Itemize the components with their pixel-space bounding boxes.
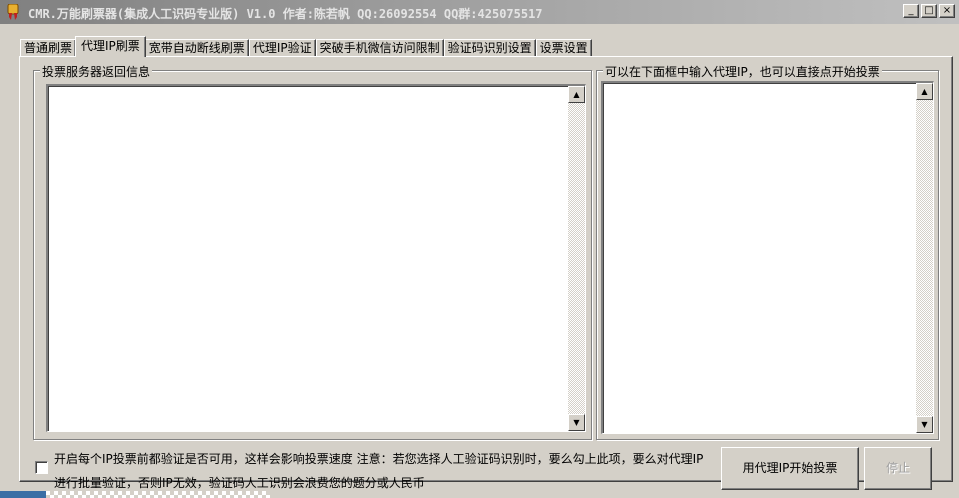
taskbar-accent <box>0 491 46 498</box>
maximize-button[interactable]: □ <box>921 4 937 18</box>
tab-proxy-ip-verify[interactable]: 代理IP验证 <box>248 39 316 57</box>
ribbon-medal-icon <box>7 4 19 20</box>
server-response-textarea[interactable]: ▲ ▼ <box>46 84 586 432</box>
scroll-down-button[interactable]: ▼ <box>916 416 933 433</box>
close-button[interactable]: × <box>939 4 955 18</box>
verify-ip-checkbox[interactable] <box>35 461 48 474</box>
tab-normal-vote[interactable]: 普通刷票 <box>20 39 77 57</box>
server-response-title: 投票服务器返回信息 <box>40 63 153 80</box>
tab-proxy-ip-vote[interactable]: 代理IP刷票 <box>75 36 146 57</box>
tab-strip: 普通刷票 代理IP刷票 宽带自动断线刷票 代理IP验证 突破手机微信访问限制 验… <box>20 36 592 57</box>
proxy-ip-textarea[interactable]: ▲ ▼ <box>601 81 934 434</box>
minimize-button[interactable]: _ <box>903 4 919 18</box>
scroll-up-button[interactable]: ▲ <box>916 83 933 100</box>
title-bar[interactable]: CMR.万能刷票器(集成人工识码专业版) V1.0 作者:陈若帆 QQ:2609… <box>0 0 959 24</box>
verify-ip-label[interactable]: 开启每个IP投票前都验证是否可用，这样会影响投票速度 注意：若您选择人工验证码识… <box>54 447 714 495</box>
proxy-ip-scrollbar[interactable]: ▲ ▼ <box>916 83 933 433</box>
server-response-scrollbar[interactable]: ▲ ▼ <box>568 86 585 431</box>
taskbar-pattern <box>46 491 270 498</box>
start-proxy-vote-button[interactable]: 用代理IP开始投票 <box>721 447 859 490</box>
verify-ip-label-line1: 开启每个IP投票前都验证是否可用，这样会影响投票速度 注意：若您选择人工验证码识… <box>54 452 704 466</box>
scroll-down-button[interactable]: ▼ <box>568 414 585 431</box>
scroll-up-button[interactable]: ▲ <box>568 86 585 103</box>
stop-button[interactable]: 停止 <box>864 447 932 490</box>
tab-vote-settings[interactable]: 设票设置 <box>535 39 592 57</box>
window-title: CMR.万能刷票器(集成人工识码专业版) V1.0 作者:陈若帆 QQ:2609… <box>28 7 543 21</box>
tab-wechat-limit-bypass[interactable]: 突破手机微信访问限制 <box>315 39 444 57</box>
tab-captcha-settings[interactable]: 验证码识别设置 <box>443 39 536 57</box>
proxy-ip-title: 可以在下面框中输入代理IP，也可以直接点开始投票 <box>603 63 882 80</box>
tab-broadband-redial-vote[interactable]: 宽带自动断线刷票 <box>144 39 249 57</box>
window-controls: _ □ × <box>903 4 955 18</box>
